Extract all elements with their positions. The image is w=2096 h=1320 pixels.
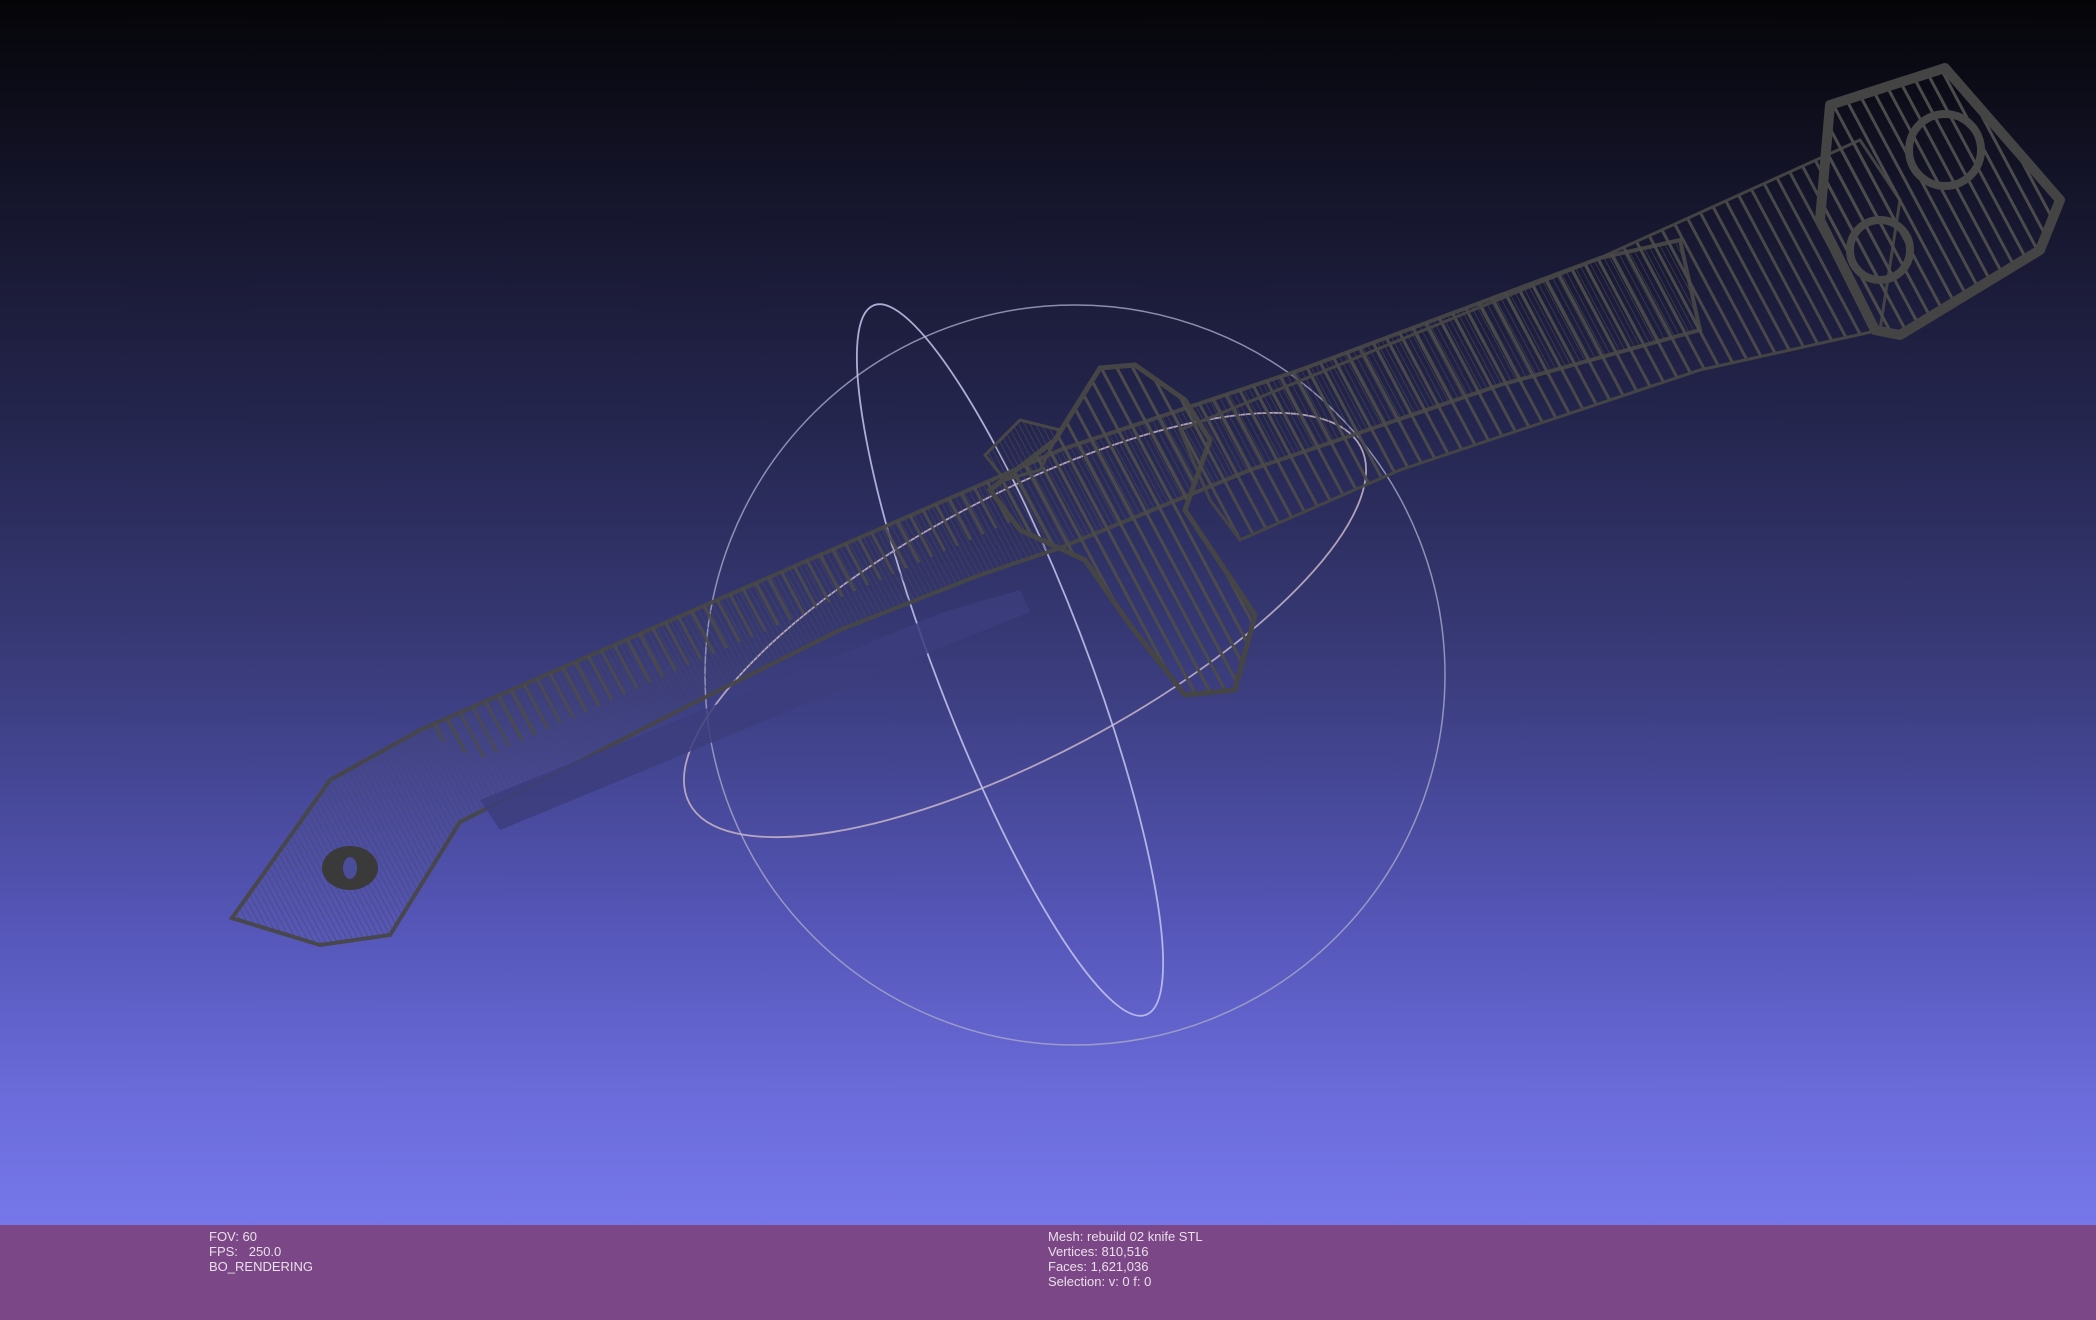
selection-readout: Selection: v: 0 f: 0 <box>1048 1274 1152 1289</box>
knife-mesh[interactable] <box>228 63 2065 948</box>
status-info-bar: FOV: 60 FPS: 250.0 BO_RENDERING Mesh: re… <box>0 1225 2096 1320</box>
pommel <box>1815 63 2065 340</box>
vertices-readout: Vertices: 810,516 <box>1048 1244 1149 1259</box>
render-info-panel: FOV: 60 FPS: 250.0 BO_RENDERING <box>209 1229 313 1274</box>
fps-readout: FPS: 250.0 <box>209 1244 282 1259</box>
render-mode-readout: BO_RENDERING <box>209 1259 314 1274</box>
faces-readout: Faces: 1,621,036 <box>1048 1259 1149 1274</box>
mesh-name-readout: Mesh: rebuild 02 knife STL <box>1048 1229 1203 1244</box>
3d-viewport[interactable] <box>0 0 2096 1225</box>
mesh-scene[interactable] <box>0 0 2096 1225</box>
handle-lattice <box>1178 138 1902 542</box>
mesh-info-panel: Mesh: rebuild 02 knife STL Vertices: 810… <box>1048 1229 1203 1289</box>
fov-readout: FOV: 60 <box>209 1229 257 1244</box>
